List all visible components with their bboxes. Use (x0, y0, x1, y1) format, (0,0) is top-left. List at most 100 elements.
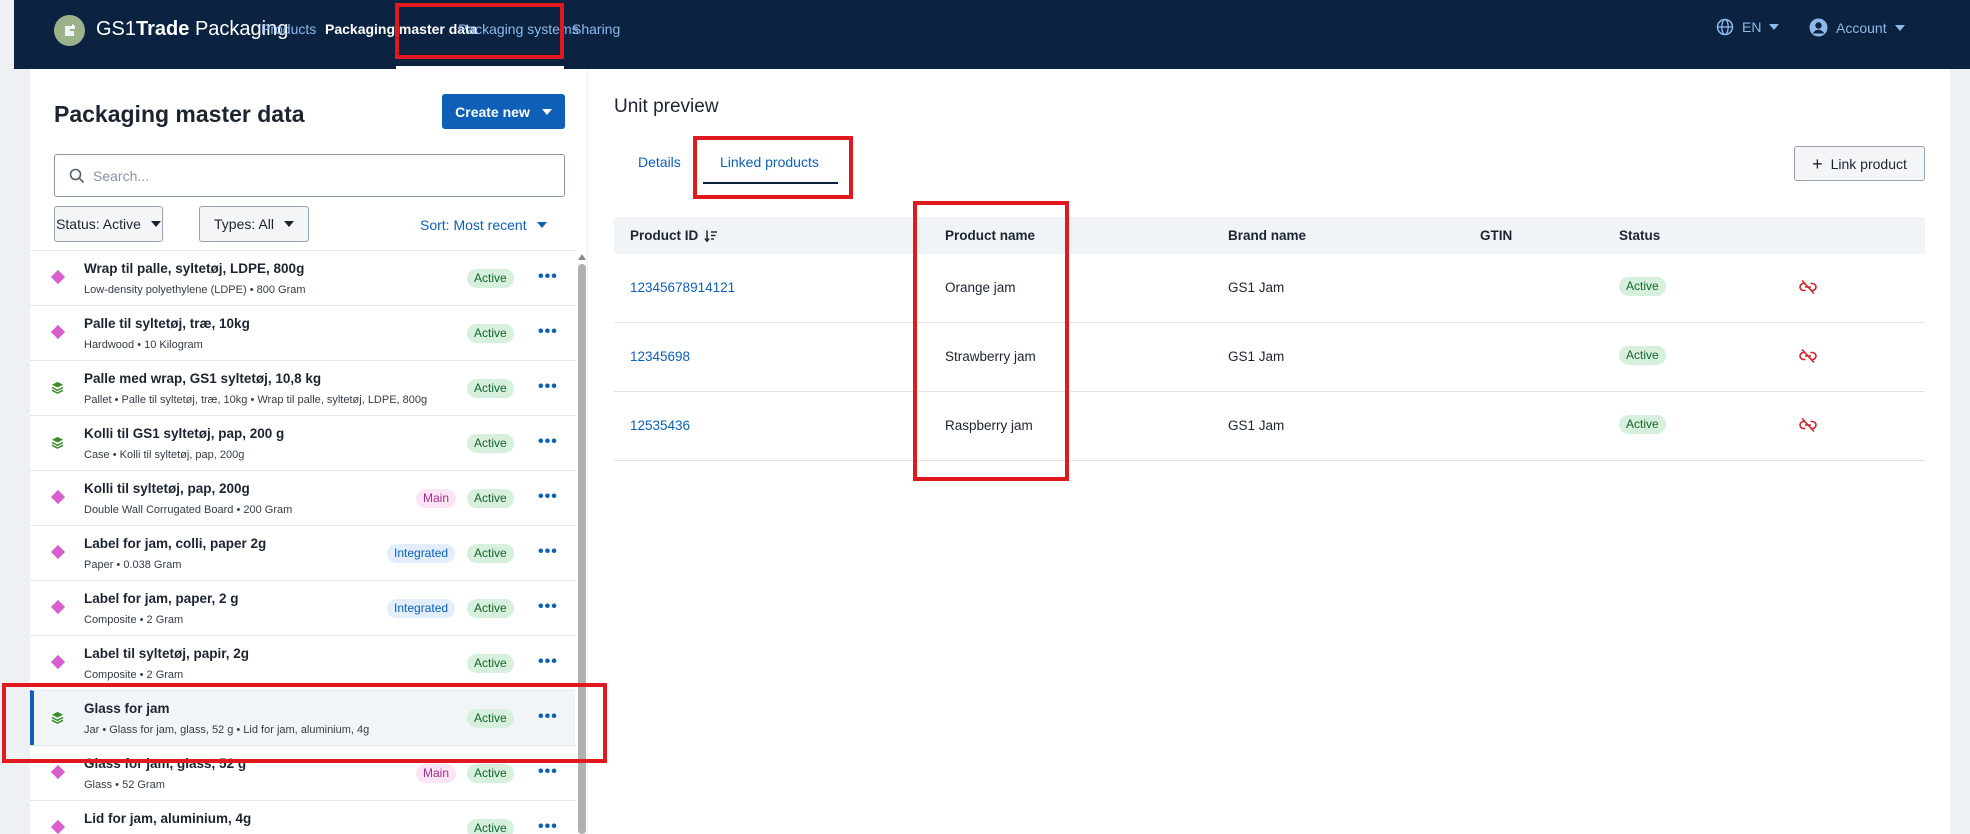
account-menu[interactable]: Account (1809, 18, 1905, 37)
item-subtitle: Double Wall Corrugated Board • 200 Gram (84, 504, 293, 516)
create-new-label: Create new (455, 103, 530, 120)
item-title: Palle til syltetøj, træ, 10kg (84, 316, 250, 331)
more-options-icon[interactable]: ••• (538, 433, 558, 451)
type-badge: Main (416, 764, 457, 783)
column-gtin[interactable]: GTIN (1480, 228, 1512, 243)
app-brand[interactable]: GS1Trade Packaging (96, 18, 288, 41)
user-icon (1809, 18, 1828, 37)
nav-packaging-systems[interactable]: Packaging systems (458, 21, 579, 37)
list-item[interactable]: Palle med wrap, GS1 syltetøj, 10,8 kg Pa… (30, 360, 575, 415)
nav-sharing[interactable]: Sharing (572, 21, 620, 37)
types-filter[interactable]: Types: All (199, 206, 309, 242)
table-row: 12345698 Strawberry jam GS1 Jam Active (614, 323, 1925, 392)
material-diamond-icon (50, 654, 66, 670)
item-title: Palle med wrap, GS1 syltetøj, 10,8 kg (84, 371, 322, 386)
table-header: Product ID Product name Brand name GTIN … (614, 217, 1925, 254)
status-filter[interactable]: Status: Active (54, 206, 163, 242)
product-id-link[interactable]: 12345678914121 (630, 280, 735, 295)
scrollbar-thumb[interactable] (578, 264, 586, 834)
status-badge: Active (467, 544, 514, 563)
sort-icon[interactable] (704, 229, 718, 243)
more-options-icon[interactable]: ••• (538, 818, 558, 834)
tab-linked-products[interactable]: Linked products (720, 154, 819, 170)
table-row: 12535436 Raspberry jam GS1 Jam Active (614, 392, 1925, 461)
more-options-icon[interactable]: ••• (538, 268, 558, 286)
column-product-name[interactable]: Product name (945, 228, 1035, 243)
list-item[interactable]: Palle til syltetøj, træ, 10kg Hardwood •… (30, 305, 575, 360)
layers-icon (51, 436, 64, 449)
gs1-logo-icon[interactable] (54, 15, 85, 46)
status-badge: Active (1619, 415, 1666, 434)
brand-name-cell: GS1 Jam (1228, 280, 1285, 295)
list-item[interactable]: Glass for jam, glass, 52 g Glass • 52 Gr… (30, 745, 575, 800)
item-subtitle: Composite • 2 Gram (84, 669, 184, 681)
material-diamond-icon (50, 544, 66, 560)
chevron-down-icon (283, 221, 294, 227)
create-new-button[interactable]: Create new (442, 94, 565, 129)
chevron-down-icon (536, 222, 547, 228)
status-badge: Active (467, 654, 514, 673)
status-badge: Active (467, 324, 514, 343)
nav-packaging-master-data[interactable]: Packaging master data (325, 21, 478, 37)
column-status[interactable]: Status (1619, 228, 1660, 243)
list-item[interactable]: Label til syltetøj, papir, 2g Composite … (30, 635, 575, 690)
top-navigation: GS1Trade Packaging Products Packaging ma… (14, 0, 1970, 69)
status-badge: Active (467, 709, 514, 728)
more-options-icon[interactable]: ••• (538, 763, 558, 781)
unlink-icon[interactable] (1799, 417, 1817, 433)
unlink-icon[interactable] (1799, 279, 1817, 295)
status-badge: Active (1619, 277, 1666, 296)
material-diamond-icon (50, 489, 66, 505)
search-input[interactable] (93, 167, 533, 184)
nav-products[interactable]: Products (261, 21, 316, 37)
product-id-link[interactable]: 12345698 (630, 349, 690, 364)
list-item[interactable]: Label for jam, paper, 2 g Composite • 2 … (30, 580, 575, 635)
more-options-icon[interactable]: ••• (538, 543, 558, 561)
link-product-label: Link product (1830, 155, 1907, 172)
brand-name-cell: GS1 Jam (1228, 418, 1285, 433)
item-subtitle: Case • Kolli til syltetøj, pap, 200g (84, 449, 245, 461)
globe-icon (1716, 18, 1734, 36)
search-box[interactable] (54, 154, 565, 197)
more-options-icon[interactable]: ••• (538, 378, 558, 396)
more-options-icon[interactable]: ••• (538, 708, 558, 726)
list-item[interactable]: Kolli til syltetøj, pap, 200g Double Wal… (30, 470, 575, 525)
material-diamond-icon (50, 819, 66, 834)
link-product-button[interactable]: + Link product (1794, 146, 1925, 181)
list-item[interactable]: Glass for jam Jar • Glass for jam, glass… (30, 690, 575, 745)
list-item[interactable]: Wrap til palle, syltetøj, LDPE, 800g Low… (30, 250, 575, 305)
list-item[interactable]: Kolli til GS1 syltetøj, pap, 200 g Case … (30, 415, 575, 470)
more-options-icon[interactable]: ••• (538, 323, 558, 341)
item-title: Label for jam, paper, 2 g (84, 591, 239, 606)
chevron-down-icon (541, 108, 552, 115)
column-product-id[interactable]: Product ID (630, 228, 718, 243)
sort-dropdown[interactable]: Sort: Most recent (420, 217, 547, 233)
language-label: EN (1742, 19, 1762, 35)
item-subtitle: Composite • 2 Gram (84, 614, 184, 626)
type-badge: Integrated (387, 544, 456, 563)
layers-icon (51, 381, 64, 394)
list-item[interactable]: Lid for jam, aluminium, 4g Active ••• (30, 800, 575, 834)
list-scrollbar[interactable] (577, 254, 587, 834)
item-title: Lid for jam, aluminium, 4g (84, 811, 252, 826)
status-badge: Active (467, 489, 514, 508)
more-options-icon[interactable]: ••• (538, 488, 558, 506)
preview-title: Unit preview (614, 96, 719, 117)
item-subtitle: Pallet • Palle til syltetøj, træ, 10kg •… (84, 394, 428, 406)
status-filter-label: Status: Active (56, 216, 141, 232)
language-selector[interactable]: EN (1716, 18, 1780, 36)
column-brand-name[interactable]: Brand name (1228, 228, 1306, 243)
more-options-icon[interactable]: ••• (538, 653, 558, 671)
packaging-list-panel: Packaging master data Create new Status:… (30, 69, 587, 834)
product-name-cell: Orange jam (945, 280, 1016, 295)
product-id-link[interactable]: 12535436 (630, 418, 690, 433)
more-options-icon[interactable]: ••• (538, 598, 558, 616)
unlink-icon[interactable] (1799, 348, 1817, 364)
item-title: Kolli til syltetøj, pap, 200g (84, 481, 250, 496)
scroll-up-arrow-icon[interactable] (578, 254, 586, 260)
tab-details[interactable]: Details (638, 154, 681, 170)
account-label: Account (1836, 19, 1887, 36)
item-title: Glass for jam, glass, 52 g (84, 756, 247, 771)
list-item[interactable]: Label for jam, colli, paper 2g Paper • 0… (30, 525, 575, 580)
status-badge: Active (467, 434, 514, 453)
